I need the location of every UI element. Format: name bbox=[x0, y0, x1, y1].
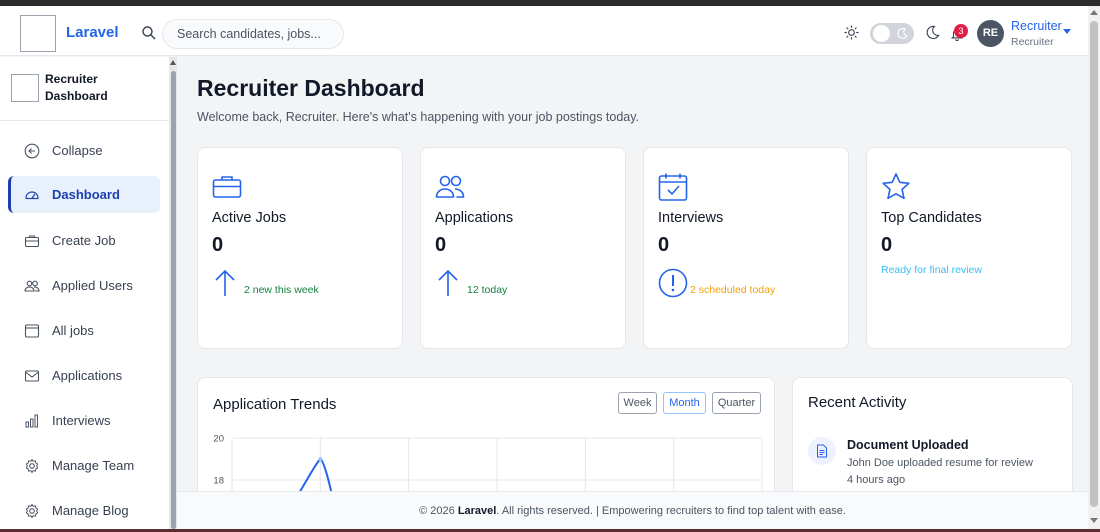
search-icon bbox=[142, 26, 156, 40]
sidebar-item-label: Create Job bbox=[52, 233, 116, 248]
arrow-up-icon bbox=[438, 269, 458, 296]
application-trends-card: Application Trends Week Month Quarter 20… bbox=[197, 377, 775, 507]
stat-card-interviews[interactable]: Interviews 0 2 scheduled today bbox=[643, 147, 849, 349]
search-input[interactable] bbox=[163, 20, 343, 48]
tab-week[interactable]: Week bbox=[618, 392, 657, 414]
arrow-left-circle-icon bbox=[24, 143, 40, 159]
sidebar-item-create-job[interactable]: Create Job bbox=[8, 222, 160, 259]
card-note: 2 new this week bbox=[244, 284, 319, 296]
chevron-down-icon[interactable] bbox=[1063, 29, 1071, 34]
activity-item-desc: John Doe uploaded resume for review bbox=[847, 457, 1033, 469]
people-icon bbox=[435, 175, 465, 198]
people-icon bbox=[24, 280, 40, 292]
recent-activity-card: Recent Activity Document Uploaded John D… bbox=[792, 377, 1073, 507]
sidebar-item-label: All jobs bbox=[52, 323, 94, 338]
theme-toggle[interactable] bbox=[870, 23, 914, 44]
briefcase-icon bbox=[212, 176, 242, 198]
speedometer-icon bbox=[25, 191, 39, 200]
sidebar-item-label: Applied Users bbox=[52, 278, 133, 293]
sidebar-item-interviews[interactable]: Interviews bbox=[8, 402, 160, 439]
sidebar-item-label: Collapse bbox=[52, 143, 103, 158]
scroll-up-arrow[interactable] bbox=[1090, 10, 1098, 15]
card-note: 2 scheduled today bbox=[690, 284, 776, 296]
sidebar-item-dashboard[interactable]: Dashboard bbox=[8, 176, 160, 213]
y-tick-label: 18 bbox=[213, 476, 224, 487]
data-point[interactable] bbox=[318, 457, 323, 461]
star-icon bbox=[882, 173, 910, 200]
briefcase-icon bbox=[24, 235, 40, 248]
gear-icon bbox=[25, 503, 39, 519]
gear-icon bbox=[25, 458, 39, 474]
y-tick-label: 20 bbox=[213, 434, 224, 445]
footer-brand: Laravel bbox=[457, 505, 497, 517]
bar-chart-icon bbox=[25, 414, 38, 428]
page-title: Recruiter Dashboard bbox=[197, 75, 425, 101]
sidebar-item-label: Manage Blog bbox=[52, 503, 129, 518]
avatar[interactable]: RE bbox=[977, 20, 1004, 47]
page-subtitle: Welcome back, Recruiter. Here's what's h… bbox=[197, 110, 640, 124]
tab-month[interactable]: Month bbox=[663, 392, 706, 414]
card-note: Ready for final review bbox=[881, 264, 982, 276]
sidebar-item-applied-users[interactable]: Applied Users bbox=[8, 267, 160, 304]
card-value: 0 bbox=[658, 234, 670, 256]
toggle-knob bbox=[873, 25, 890, 42]
window-icon bbox=[24, 324, 40, 338]
card-value: 0 bbox=[881, 234, 893, 256]
card-label: Interviews bbox=[658, 210, 724, 226]
arrow-up-icon bbox=[215, 269, 235, 296]
card-value: 0 bbox=[212, 234, 224, 256]
card-note: 12 today bbox=[467, 284, 508, 296]
sidebar-item-label: Interviews bbox=[52, 413, 111, 428]
sidebar-item-label: Applications bbox=[52, 368, 123, 383]
sidebar-title: Recruiter Dashboard bbox=[45, 72, 108, 103]
activity-title: Recent Activity bbox=[808, 394, 907, 411]
card-value: 0 bbox=[435, 234, 447, 256]
exclamation-circle-icon bbox=[658, 268, 688, 298]
card-label: Applications bbox=[435, 210, 514, 226]
calendar-check-icon bbox=[658, 173, 688, 201]
sidebar-brand: Recruiter Dashboard bbox=[0, 57, 169, 121]
scroll-down-arrow[interactable] bbox=[1090, 518, 1098, 523]
sidebar-scrollbar[interactable] bbox=[170, 57, 177, 529]
stat-card-active-jobs[interactable]: Active Jobs 0 2 new this week bbox=[197, 147, 403, 349]
sidebar-item-label: Manage Team bbox=[52, 458, 135, 473]
document-icon bbox=[817, 444, 827, 458]
card-label: Top Candidates bbox=[881, 210, 982, 226]
moon-icon[interactable] bbox=[925, 25, 940, 40]
footer: © 2026 Laravel. All rights reserved. | E… bbox=[177, 491, 1088, 529]
moon-icon bbox=[897, 27, 908, 39]
activity-item-title: Document Uploaded bbox=[847, 438, 969, 452]
sidebar-item-label: Dashboard bbox=[52, 187, 120, 202]
sidebar-item-manage-team[interactable]: Manage Team bbox=[8, 447, 160, 484]
scrollbar-thumb[interactable] bbox=[1090, 21, 1098, 507]
sidebar-item-manage-blog[interactable]: Manage Blog bbox=[8, 492, 160, 529]
scrollbar-thumb[interactable] bbox=[171, 71, 176, 529]
page-scrollbar[interactable] bbox=[1088, 6, 1100, 529]
sidebar-item-collapse[interactable]: Collapse bbox=[8, 132, 160, 169]
card-label: Active Jobs bbox=[212, 210, 287, 226]
search-field[interactable] bbox=[162, 19, 344, 49]
sun-icon[interactable] bbox=[844, 25, 859, 40]
activity-item-icon-wrap bbox=[808, 437, 836, 465]
sidebar-logo bbox=[11, 74, 39, 102]
user-name[interactable]: Recruiter bbox=[1011, 19, 1062, 33]
tab-quarter[interactable]: Quarter bbox=[712, 392, 761, 414]
footer-prefix: © 2026 bbox=[419, 505, 455, 517]
scroll-up-arrow[interactable] bbox=[170, 60, 176, 65]
activity-item-time: 4 hours ago bbox=[847, 474, 906, 486]
user-role: Recruiter bbox=[1011, 36, 1054, 48]
footer-text: . All rights reserved. | Empowering recr… bbox=[496, 505, 846, 517]
envelope-icon bbox=[24, 370, 40, 382]
stat-card-top-candidates[interactable]: Top Candidates 0 Ready for final review bbox=[866, 147, 1072, 349]
brand-logo[interactable] bbox=[20, 15, 56, 52]
sidebar-item-all-jobs[interactable]: All jobs bbox=[8, 312, 160, 349]
sidebar: Recruiter Dashboard Collapse Dashboard C… bbox=[0, 57, 170, 529]
notification-badge[interactable]: 3 bbox=[954, 24, 968, 38]
chart-title: Application Trends bbox=[213, 396, 337, 413]
stat-card-applications[interactable]: Applications 0 12 today bbox=[420, 147, 626, 349]
brand-name[interactable]: Laravel bbox=[66, 24, 119, 41]
top-header: Laravel 3 RE Recruiter Recruiter bbox=[0, 6, 1088, 56]
sidebar-item-applications[interactable]: Applications bbox=[8, 357, 160, 394]
